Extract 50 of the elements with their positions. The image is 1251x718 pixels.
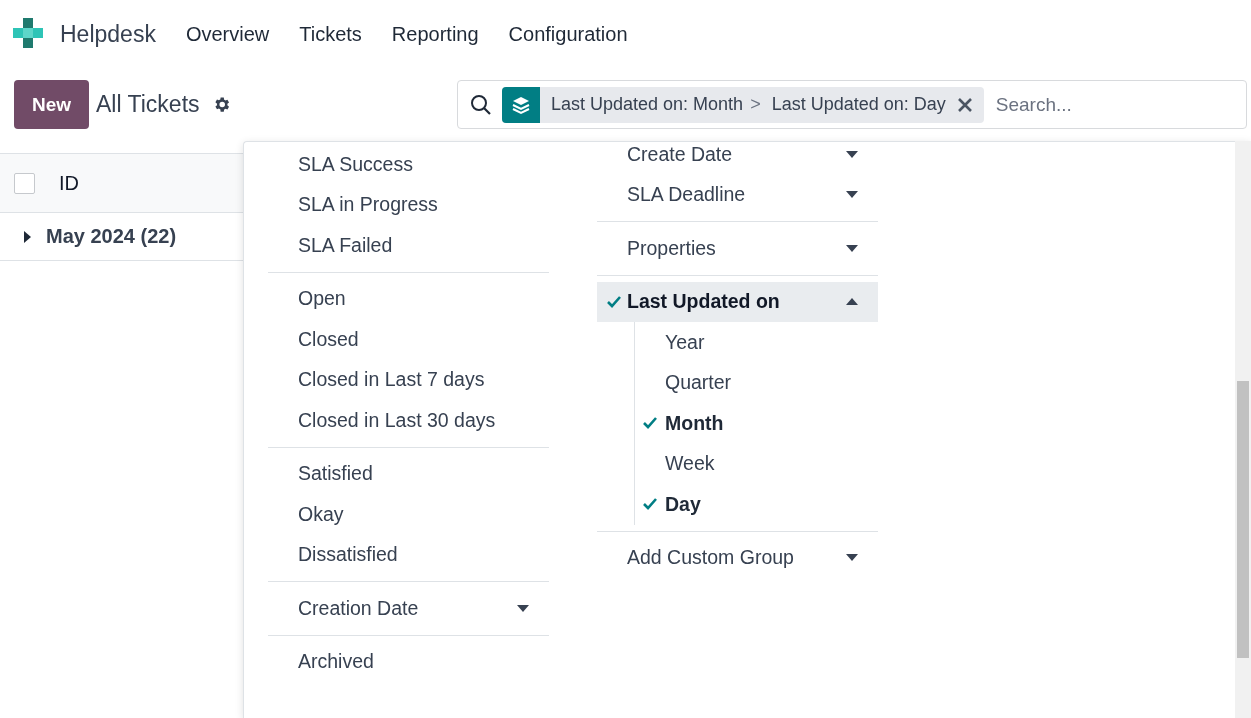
caret-icon [846, 298, 858, 306]
caret-icon [517, 604, 529, 612]
menu-item[interactable]: Properties [597, 228, 878, 269]
menu-item[interactable]: Last Updated on [597, 281, 878, 322]
menu-item[interactable]: Satisfied [268, 453, 549, 494]
menu-item[interactable]: Creation Date [268, 588, 549, 629]
menu-item[interactable]: Week [635, 443, 878, 484]
caret-icon [846, 554, 858, 562]
menu-item[interactable]: SLA Deadline [597, 174, 878, 215]
facet-value: Last Updated on: Day [770, 94, 946, 115]
check-icon [607, 295, 621, 308]
menu-item[interactable]: Closed [268, 319, 549, 360]
new-button[interactable]: New [14, 80, 89, 129]
logo-icon [12, 17, 46, 51]
menu-item[interactable]: Add Custom Group [597, 537, 878, 578]
menu-item[interactable]: SLA Failed [268, 225, 549, 266]
search-bar[interactable]: Last Updated on: Month > Last Updated on: Day Search... [457, 80, 1247, 129]
menu-item[interactable]: Okay [268, 494, 549, 535]
caret-icon [24, 230, 32, 243]
menu-item[interactable]: Create Date [597, 134, 878, 175]
menu-item[interactable]: Archived [268, 641, 549, 682]
checkbox[interactable] [14, 172, 35, 194]
menu-item[interactable]: SLA Success [268, 144, 549, 185]
layers-icon [502, 86, 540, 123]
menu-item[interactable]: Year [635, 322, 878, 363]
check-icon [643, 417, 657, 430]
menu-item[interactable]: Open [268, 278, 549, 319]
app-name[interactable]: Helpdesk [60, 20, 156, 48]
nav-menu-item[interactable]: Tickets [299, 22, 362, 46]
nav-menu-item[interactable]: Configuration [508, 22, 628, 46]
view-title: All Tickets [96, 91, 200, 118]
menu-item[interactable]: Closed in Last 7 days [268, 359, 549, 400]
column-header[interactable]: ID [59, 171, 79, 195]
caret-icon [846, 244, 858, 252]
menu-item[interactable]: Closed in Last 30 days [268, 400, 549, 441]
menu-item[interactable]: Month [635, 403, 878, 444]
facet-value: Last Updated on: Month [550, 94, 744, 115]
caret-icon [846, 150, 858, 158]
scrollbar-thumb[interactable] [1237, 381, 1249, 658]
nav-menu-item[interactable]: Reporting [391, 22, 479, 46]
menu-item[interactable]: Dissatisfied [268, 534, 549, 575]
nav-menu-item[interactable]: Overview [185, 22, 270, 46]
facet-separator: > [749, 94, 761, 115]
scrollbar[interactable] [1235, 141, 1251, 718]
check-icon [643, 498, 657, 511]
menu-item[interactable]: SLA in Progress [268, 184, 549, 225]
caret-icon [846, 191, 858, 199]
search-icon [470, 93, 492, 116]
menu-item[interactable]: Day [635, 484, 878, 525]
menu-item[interactable]: Quarter [635, 362, 878, 403]
